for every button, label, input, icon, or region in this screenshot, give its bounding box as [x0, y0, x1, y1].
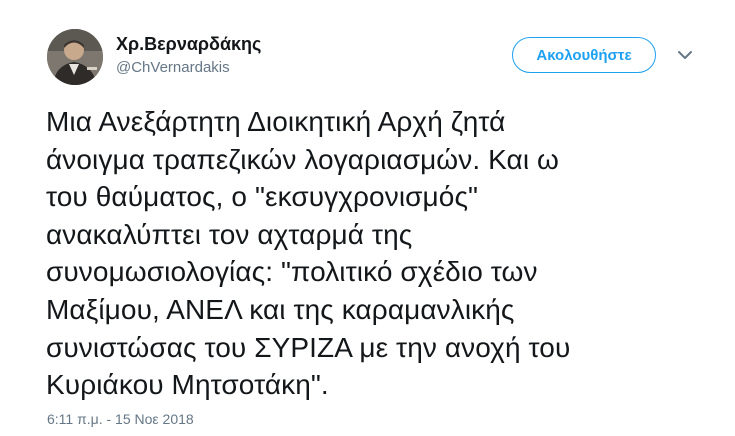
- tweet-timestamp[interactable]: 6:11 π.μ. - 15 Νοε 2018: [47, 411, 194, 427]
- tweet-text-line: Μαξίμου, ΑΝΕΛ και της καραμανλικής: [46, 293, 515, 325]
- user-handle[interactable]: @ChVernardakis: [116, 59, 230, 76]
- profile-photo: [47, 29, 103, 85]
- tweet-text-line: Κυριάκου Μητσοτάκη".: [46, 369, 329, 401]
- follow-button[interactable]: Ακολουθήστε: [512, 37, 656, 73]
- chevron-down-icon[interactable]: [676, 48, 694, 62]
- tweet-card: Χρ.Βερναρδάκης @ChVernardakis Ακολουθήστ…: [0, 0, 735, 436]
- tweet-text-line: ανακαλύπτει τον αχταρμά της: [46, 218, 413, 250]
- tweet-text-line: Μια Ανεξάρτητη Διοικητική Αρχή ζητά: [46, 106, 506, 137]
- tweet-text-line: του θαύματος, ο "εκσυγχρονισμός": [46, 181, 479, 213]
- tweet-text-line: συνιστώσας του ΣΥΡΙΖΑ με την ανοχή του: [46, 331, 571, 363]
- tweet-text-line: άνοιγμα τραπεζικών λογαριασμών. Και ω: [46, 143, 560, 175]
- tweet-text-line: συνομωσιολογίας: "πολιτικό σχέδιο των: [46, 256, 538, 288]
- tweet-text: Μια Ανεξάρτητη Διοικητική Αρχή ζητά άνοι…: [46, 103, 726, 404]
- avatar[interactable]: [47, 29, 103, 85]
- display-name[interactable]: Χρ.Βερναρδάκης: [116, 34, 261, 55]
